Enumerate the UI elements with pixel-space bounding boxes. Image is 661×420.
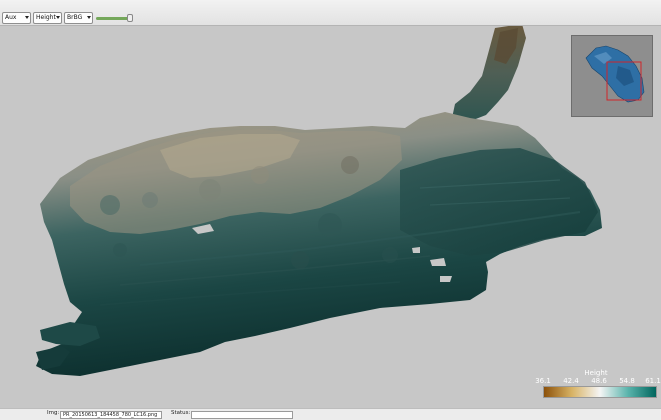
chevron-down-icon [25, 16, 29, 19]
status-label: Status: [171, 410, 191, 416]
colorbar-legend: Height 36.1 42.4 48.6 54.8 61.1 [533, 369, 661, 409]
view-dropdown[interactable]: Aux [2, 12, 31, 24]
colormap-dropdown[interactable]: BrBG [64, 12, 93, 24]
3d-viewport[interactable] [0, 24, 661, 408]
colormap-dropdown-value: BrBG [67, 14, 83, 21]
attribute-dropdown-value: Height [36, 14, 56, 21]
img-filename-field[interactable]: PR_20150613_184458_780_LC16.png [60, 411, 162, 419]
colorbar-tick-label: 42.4 [563, 377, 579, 385]
colorbar-tick-label: 54.8 [619, 377, 635, 385]
status-field[interactable] [191, 411, 293, 419]
minimap[interactable] [571, 35, 653, 117]
view-dropdown-value: Aux [5, 14, 17, 21]
attribute-dropdown[interactable]: Height [33, 12, 62, 24]
colorbar-tick-labels: 36.1 42.4 48.6 54.8 61.1 [533, 377, 661, 386]
chevron-down-icon [56, 16, 60, 19]
colorbar-tick-label: 36.1 [535, 377, 551, 385]
colorbar-tick-label: 61.1 [645, 377, 661, 385]
img-label: Img: [47, 410, 60, 416]
chevron-down-icon [87, 16, 91, 19]
terrain-render [36, 24, 602, 376]
colorbar-title: Height [584, 369, 608, 377]
minimap-mesh [585, 45, 645, 103]
colorbar-gradient [543, 386, 657, 398]
statusbar: Img: PR_20150613_184458_780_LC16.png Sta… [0, 408, 661, 420]
colorbar-tick-label: 48.6 [591, 377, 607, 385]
toolbar: Aux Height BrBG [0, 0, 661, 26]
minimap-view [585, 45, 645, 103]
opacity-slider-thumb[interactable] [127, 14, 134, 22]
